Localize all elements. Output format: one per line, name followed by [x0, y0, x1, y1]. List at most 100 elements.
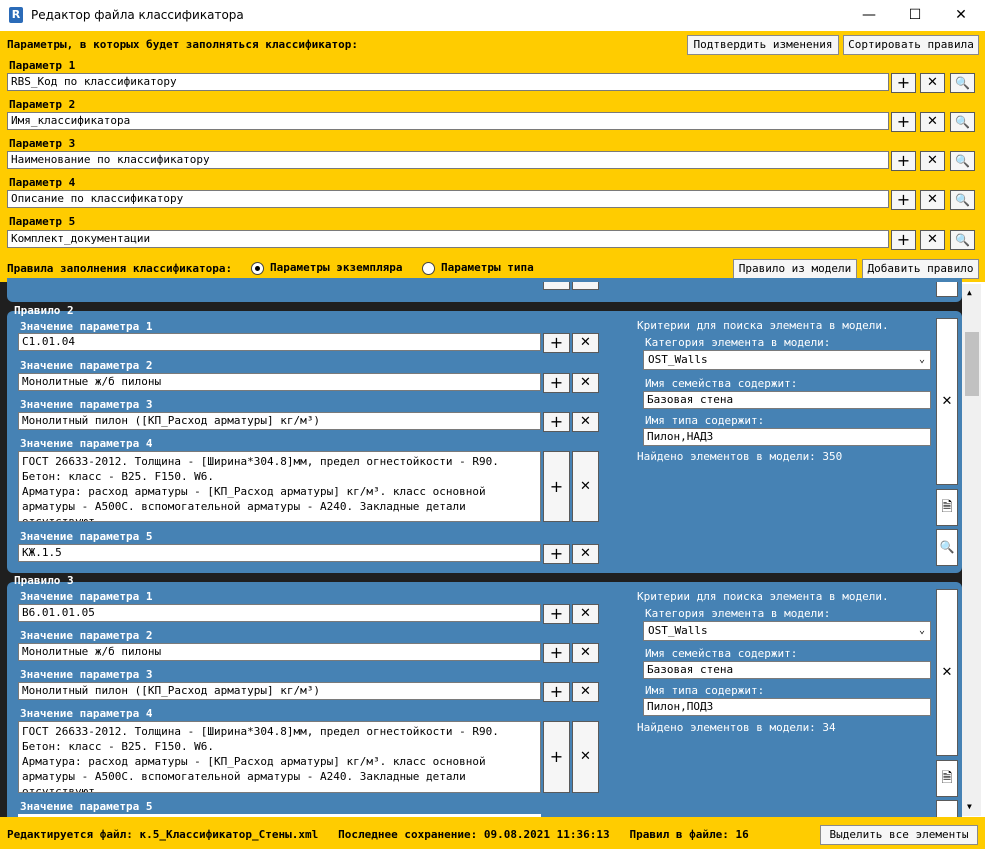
clear-icon[interactable]: ✕	[920, 151, 945, 171]
clear-icon[interactable]: ✕	[572, 721, 599, 793]
value-input-1[interactable]: B6.01.01.05	[18, 604, 541, 622]
search-icon[interactable]: 🔍	[950, 73, 975, 93]
clear-icon[interactable]: ✕	[920, 230, 945, 250]
add-icon[interactable]: +	[543, 451, 570, 522]
add-icon[interactable]: +	[543, 373, 570, 393]
clear-icon[interactable]: ✕	[572, 682, 599, 702]
param-label-3: Параметр 3	[9, 137, 76, 150]
param-input-3[interactable]: Наименование по классификатору	[7, 151, 889, 169]
radio-type-label: Параметры типа	[441, 261, 534, 274]
clear-icon[interactable]	[572, 282, 599, 290]
search-icon[interactable]: 🔍	[950, 151, 975, 171]
clear-icon[interactable]: ✕	[572, 373, 599, 393]
add-icon[interactable]: +	[543, 721, 570, 793]
value-label: Значение параметра 2	[20, 359, 153, 372]
category-select[interactable]: OST_Walls ⌄	[643, 350, 931, 370]
search-icon[interactable]	[936, 800, 958, 817]
add-icon[interactable]: +	[891, 190, 916, 210]
clear-icon[interactable]: ✕	[572, 412, 599, 432]
clear-icon[interactable]: ✕	[920, 73, 945, 93]
found-count: Найдено элементов в модели: 34	[637, 721, 836, 734]
search-icon[interactable]: 🔍	[936, 529, 958, 566]
select-all-elements-button[interactable]: Выделить все элементы	[820, 825, 978, 845]
type-input[interactable]: Пилон,НАДЗ	[643, 428, 931, 446]
confirm-changes-button[interactable]: Подтвердить изменения	[687, 35, 839, 55]
scroll-up-icon[interactable]: ▲	[967, 288, 972, 297]
value-textarea-4[interactable]: ГОСТ 26633-2012. Толщина - [Ширина*304.8…	[18, 451, 541, 522]
scrollbar-thumb[interactable]	[965, 332, 979, 396]
scroll-down-icon[interactable]: ▼	[967, 802, 972, 811]
radio-type[interactable]	[422, 262, 435, 275]
add-icon[interactable]: +	[891, 151, 916, 171]
clear-icon[interactable]: ✕	[920, 112, 945, 132]
param-label-1: Параметр 1	[9, 59, 76, 72]
clear-icon[interactable]: ✕	[572, 451, 599, 522]
value-input-5[interactable]: КЖ.1.5	[18, 544, 541, 562]
value-input-3[interactable]: Монолитный пилон ([КП_Расход арматуры] к…	[18, 682, 541, 700]
add-rule-button[interactable]: Добавить правило	[862, 259, 979, 279]
search-icon[interactable]: 🔍	[950, 230, 975, 250]
minimize-button[interactable]: —	[846, 0, 892, 31]
radio-instance-label: Параметры экземпляра	[270, 261, 403, 274]
clear-icon[interactable]: ✕	[572, 544, 599, 564]
family-label: Имя семейства содержит:	[645, 647, 798, 660]
value-input-2[interactable]: Монолитные ж/б пилоны	[18, 373, 541, 391]
window-title: Редактор файла классификатора	[31, 8, 244, 22]
value-input-2[interactable]: Монолитные ж/б пилоны	[18, 643, 541, 661]
delete-rule-icon[interactable]: ✕	[936, 589, 958, 756]
add-icon[interactable]	[543, 282, 570, 290]
criteria-title: Критерии для поиска элемента в модели.	[637, 590, 889, 603]
param-input-5[interactable]: Комплект_документации	[7, 230, 889, 248]
criteria-title: Критерии для поиска элемента в модели.	[637, 319, 889, 332]
clear-icon[interactable]: ✕	[572, 333, 599, 353]
type-label: Имя типа содержит:	[645, 684, 765, 697]
document-icon[interactable]: 🗎	[936, 489, 958, 526]
category-select[interactable]: OST_Walls ⌄	[643, 621, 931, 641]
value-input-1[interactable]: C1.01.04	[18, 333, 541, 351]
category-value: OST_Walls	[648, 353, 708, 366]
add-icon[interactable]: +	[891, 112, 916, 132]
chevron-down-icon: ⌄	[918, 625, 925, 636]
add-icon[interactable]: +	[543, 682, 570, 702]
add-icon[interactable]: +	[891, 73, 916, 93]
clear-icon[interactable]: ✕	[572, 643, 599, 663]
family-input[interactable]: Базовая стена	[643, 391, 931, 409]
maximize-button[interactable]: ☐	[892, 0, 938, 31]
param-input-4[interactable]: Описание по классификатору	[7, 190, 889, 208]
document-icon[interactable]: 🗎	[936, 760, 958, 797]
delete-rule-icon[interactable]: ✕	[936, 318, 958, 485]
type-input[interactable]: Пилон,ПОДЗ	[643, 698, 931, 716]
add-icon[interactable]: +	[543, 604, 570, 624]
param-label-4: Параметр 4	[9, 176, 76, 189]
value-input-3[interactable]: Монолитный пилон ([КП_Расход арматуры] к…	[18, 412, 541, 430]
rule-side-button[interactable]	[936, 282, 958, 297]
add-icon[interactable]: +	[543, 544, 570, 564]
param-input-1[interactable]: RBS_Код по классификатору	[7, 73, 889, 91]
found-count: Найдено элементов в модели: 350	[637, 450, 843, 463]
clear-icon[interactable]: ✕	[572, 604, 599, 624]
value-label: Значение параметра 3	[20, 668, 153, 681]
add-icon[interactable]: +	[891, 230, 916, 250]
vertical-scrollbar[interactable]: ▲ ▼	[962, 284, 981, 816]
add-icon[interactable]: +	[543, 333, 570, 353]
radio-instance[interactable]	[251, 262, 264, 275]
category-label: Категория элемента в модели:	[645, 336, 831, 349]
search-icon[interactable]: 🔍	[950, 190, 975, 210]
add-icon[interactable]: +	[543, 643, 570, 663]
rule-from-model-button[interactable]: Правило из модели	[733, 259, 857, 279]
category-label: Категория элемента в модели:	[645, 607, 831, 620]
family-input[interactable]: Базовая стена	[643, 661, 931, 679]
close-button[interactable]: ✕	[938, 0, 984, 31]
sort-rules-button[interactable]: Сортировать правила	[843, 35, 979, 55]
value-textarea-4[interactable]: ГОСТ 26633-2012. Толщина - [Ширина*304.8…	[18, 721, 541, 793]
value-label: Значение параметра 1	[20, 320, 153, 333]
param-label-2: Параметр 2	[9, 98, 76, 111]
search-icon[interactable]: 🔍	[950, 112, 975, 132]
rules-label: Правила заполнения классификатора:	[7, 262, 233, 275]
param-input-2[interactable]: Имя_классификатора	[7, 112, 889, 130]
clear-icon[interactable]: ✕	[920, 190, 945, 210]
value-label: Значение параметра 2	[20, 629, 153, 642]
chevron-down-icon: ⌄	[918, 354, 925, 365]
params-title: Параметры, в которых будет заполняться к…	[7, 38, 358, 51]
add-icon[interactable]: +	[543, 412, 570, 432]
